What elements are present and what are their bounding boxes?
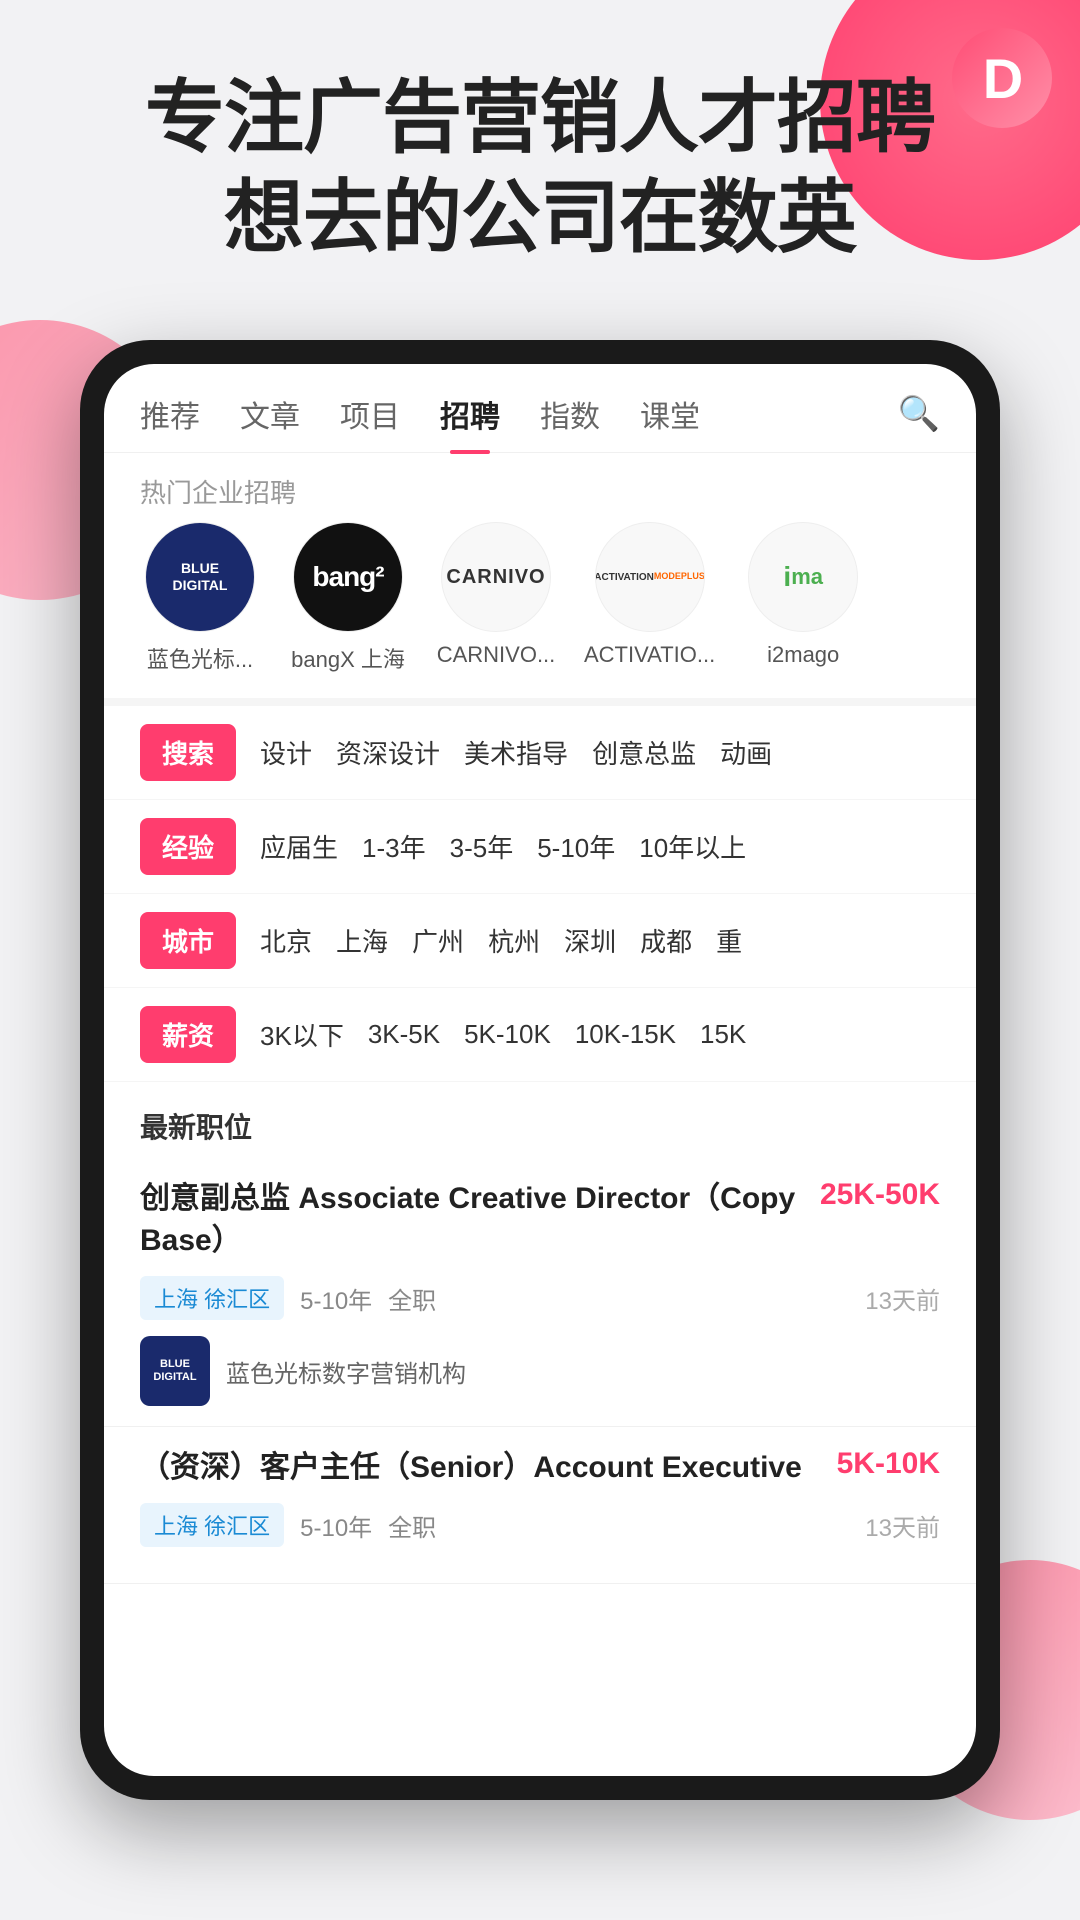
filter-option-design[interactable]: 设计 — [260, 734, 312, 771]
app-logo[interactable]: D — [952, 28, 1052, 128]
filter-option-10plus[interactable]: 10年以上 — [639, 828, 746, 865]
filter-option-chengdu[interactable]: 成都 — [640, 922, 692, 959]
filter-option-guangzhou[interactable]: 广州 — [412, 922, 464, 959]
filter-option-senior-design[interactable]: 资深设计 — [336, 734, 440, 771]
job-company-logo-1: BLUEDIGITAL — [140, 1336, 210, 1406]
filter-row-experience: 经验 应届生 1-3年 3-5年 5-10年 10年以上 — [104, 800, 976, 894]
filter-option-5k-10k[interactable]: 5K-10K — [464, 1019, 551, 1050]
filter-row-search: 搜索 设计 资深设计 美术指导 创意总监 动画 — [104, 706, 976, 800]
job-title-1: 创意副总监 Associate Creative Director（Copy B… — [140, 1178, 804, 1262]
filter-option-3k-5k[interactable]: 3K-5K — [368, 1019, 440, 1050]
hero-title: 专注广告营销人才招聘 想去的公司在数英 — [60, 68, 1020, 268]
job-location-2: 上海 徐汇区 — [140, 1503, 284, 1547]
filter-tag-city[interactable]: 城市 — [140, 912, 236, 969]
filter-tag-salary[interactable]: 薪资 — [140, 1006, 236, 1063]
company-item-bangx[interactable]: bang² bangX 上海 — [288, 522, 408, 674]
job-title-row-1: 创意副总监 Associate Creative Director（Copy B… — [140, 1178, 940, 1262]
company-logo-carnivo: CARNIVO — [441, 522, 551, 632]
job-salary-2: 5K-10K — [837, 1447, 940, 1481]
company-name-carnivo: CARNIVO... — [437, 642, 556, 668]
filter-row-city: 城市 北京 上海 广州 杭州 深圳 成都 重 — [104, 894, 976, 988]
nav-item-recruit[interactable]: 招聘 — [440, 392, 500, 436]
app-logo-letter: D — [983, 46, 1021, 111]
company-item-i2mago[interactable]: ima i2mago — [743, 522, 863, 674]
job-company-name-1: 蓝色光标数字营销机构 — [226, 1354, 466, 1389]
filter-row-salary: 薪资 3K以下 3K-5K 5K-10K 10K-15K 15K — [104, 988, 976, 1082]
company-item-blue-digital[interactable]: BLUEDIGITAL 蓝色光标... — [140, 522, 260, 674]
phone-screen: 推荐 文章 项目 招聘 指数 课堂 🔍 热门企业招聘 BLUEDIGITAL 蓝… — [104, 364, 976, 1776]
nav-item-class[interactable]: 课堂 — [640, 392, 700, 436]
job-posted-1: 13天前 — [865, 1281, 940, 1316]
job-type-2: 全职 — [388, 1508, 436, 1543]
company-name-blue-digital: 蓝色光标... — [147, 642, 253, 674]
company-item-activation[interactable]: ACTIVATIONMODEPLUS ACTIVATIO... — [584, 522, 715, 674]
company-logo-i2mago: ima — [748, 522, 858, 632]
filter-option-animation[interactable]: 动画 — [720, 734, 772, 771]
company-name-i2mago: i2mago — [767, 642, 839, 668]
filter-option-shanghai[interactable]: 上海 — [336, 922, 388, 959]
filter-tag-experience[interactable]: 经验 — [140, 818, 236, 875]
job-company-row-1: BLUEDIGITAL 蓝色光标数字营销机构 — [140, 1336, 940, 1406]
nav-item-recommend[interactable]: 推荐 — [140, 392, 200, 436]
filter-section: 搜索 设计 资深设计 美术指导 创意总监 动画 经验 应届生 1-3年 3-5年… — [104, 698, 976, 1082]
company-logo-blue-digital: BLUEDIGITAL — [145, 522, 255, 632]
filter-option-5-10[interactable]: 5-10年 — [537, 828, 615, 865]
job-experience-2: 5-10年 — [300, 1508, 372, 1543]
job-title-2: （资深）客户主任（Senior）Account Executive — [140, 1447, 821, 1489]
nav-item-index[interactable]: 指数 — [540, 392, 600, 436]
company-name-activation: ACTIVATIO... — [584, 642, 715, 668]
nav-item-article[interactable]: 文章 — [240, 392, 300, 436]
filter-option-more-city[interactable]: 重 — [716, 922, 742, 959]
job-card-2[interactable]: （资深）客户主任（Senior）Account Executive 5K-10K… — [104, 1427, 976, 1584]
company-logo-activation: ACTIVATIONMODEPLUS — [595, 522, 705, 632]
hero-section: 专注广告营销人才招聘 想去的公司在数英 — [0, 68, 1080, 268]
job-salary-1: 25K-50K — [820, 1178, 940, 1212]
job-experience-1: 5-10年 — [300, 1281, 372, 1316]
hero-line2: 想去的公司在数英 — [224, 173, 856, 262]
filter-option-fresh[interactable]: 应届生 — [260, 828, 338, 865]
filter-option-3-5[interactable]: 3-5年 — [450, 828, 514, 865]
filter-option-1-3[interactable]: 1-3年 — [362, 828, 426, 865]
company-item-carnivo[interactable]: CARNIVO CARNIVO... — [436, 522, 556, 674]
filter-option-creative-director[interactable]: 创意总监 — [592, 734, 696, 771]
job-location-1: 上海 徐汇区 — [140, 1276, 284, 1320]
filter-option-hangzhou[interactable]: 杭州 — [488, 922, 540, 959]
nav-item-project[interactable]: 项目 — [340, 392, 400, 436]
filter-option-shenzhen[interactable]: 深圳 — [564, 922, 616, 959]
filter-option-3k-below[interactable]: 3K以下 — [260, 1016, 344, 1053]
jobs-section-title: 最新职位 — [104, 1082, 976, 1158]
job-meta-2: 上海 徐汇区 5-10年 全职 13天前 — [140, 1503, 940, 1547]
job-meta-1: 上海 徐汇区 5-10年 全职 13天前 — [140, 1276, 940, 1320]
company-row: BLUEDIGITAL 蓝色光标... bang² bangX 上海 CARNI… — [104, 522, 976, 698]
filter-option-art-director[interactable]: 美术指导 — [464, 734, 568, 771]
nav-items: 推荐 文章 项目 招聘 指数 课堂 — [140, 392, 898, 436]
job-type-1: 全职 — [388, 1281, 436, 1316]
phone-wrapper: 推荐 文章 项目 招聘 指数 课堂 🔍 热门企业招聘 BLUEDIGITAL 蓝… — [80, 340, 1000, 1800]
company-name-bangx: bangX 上海 — [291, 642, 405, 674]
search-icon[interactable]: 🔍 — [898, 394, 940, 434]
hot-companies-label: 热门企业招聘 — [104, 453, 976, 522]
filter-option-10k-15k[interactable]: 10K-15K — [575, 1019, 676, 1050]
job-card-1[interactable]: 创意副总监 Associate Creative Director（Copy B… — [104, 1158, 976, 1427]
filter-option-15k[interactable]: 15K — [700, 1019, 746, 1050]
company-logo-bangx: bang² — [293, 522, 403, 632]
job-posted-2: 13天前 — [865, 1508, 940, 1543]
jobs-section: 最新职位 创意副总监 Associate Creative Director（C… — [104, 1082, 976, 1776]
filter-tag-search[interactable]: 搜索 — [140, 724, 236, 781]
job-title-row-2: （资深）客户主任（Senior）Account Executive 5K-10K — [140, 1447, 940, 1489]
phone-nav: 推荐 文章 项目 招聘 指数 课堂 🔍 — [104, 364, 976, 453]
hero-line1: 专注广告营销人才招聘 — [145, 73, 935, 162]
phone-frame: 推荐 文章 项目 招聘 指数 课堂 🔍 热门企业招聘 BLUEDIGITAL 蓝… — [80, 340, 1000, 1800]
filter-option-beijing[interactable]: 北京 — [260, 922, 312, 959]
